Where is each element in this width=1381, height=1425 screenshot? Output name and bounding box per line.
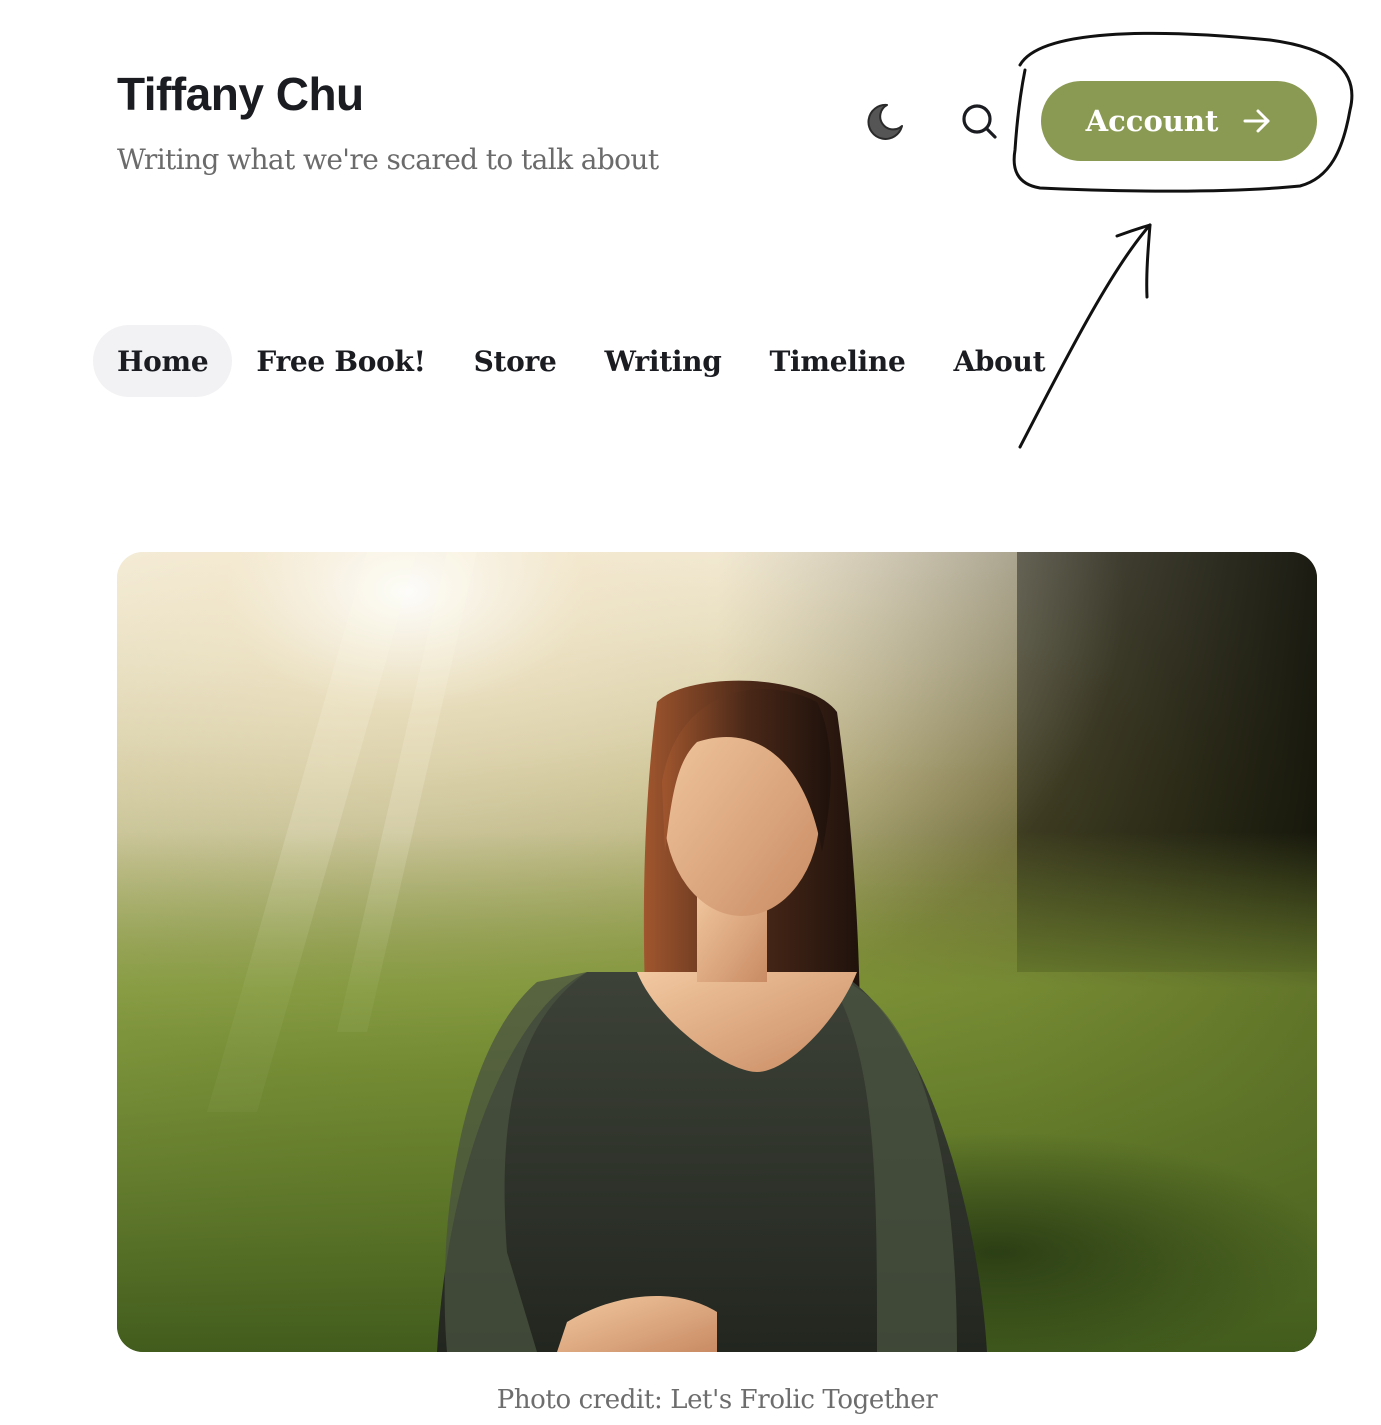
site-title[interactable]: Tiffany Chu: [117, 64, 364, 124]
theme-toggle-button[interactable]: [860, 97, 910, 147]
arrow-right-icon: [1243, 109, 1270, 133]
main-nav: Home Free Book! Store Writing Timeline A…: [93, 325, 1069, 397]
photo-caption: Photo credit: Let's Frolic Together: [496, 1385, 938, 1415]
nav-item-about[interactable]: About: [929, 325, 1069, 397]
account-button-label: Account: [1085, 104, 1219, 138]
nav-item-free-book[interactable]: Free Book!: [232, 325, 449, 397]
hero-image: [117, 552, 1317, 1352]
search-button[interactable]: [954, 96, 1004, 146]
nav-item-writing[interactable]: Writing: [581, 325, 746, 397]
nav-item-store[interactable]: Store: [450, 325, 581, 397]
account-button[interactable]: Account: [1041, 81, 1317, 161]
nav-item-home[interactable]: Home: [93, 325, 233, 397]
moon-icon: [867, 103, 903, 140]
search-icon: [962, 104, 997, 139]
site-tagline: Writing what we're scared to talk about: [117, 143, 659, 176]
nav-item-timeline[interactable]: Timeline: [746, 325, 930, 397]
